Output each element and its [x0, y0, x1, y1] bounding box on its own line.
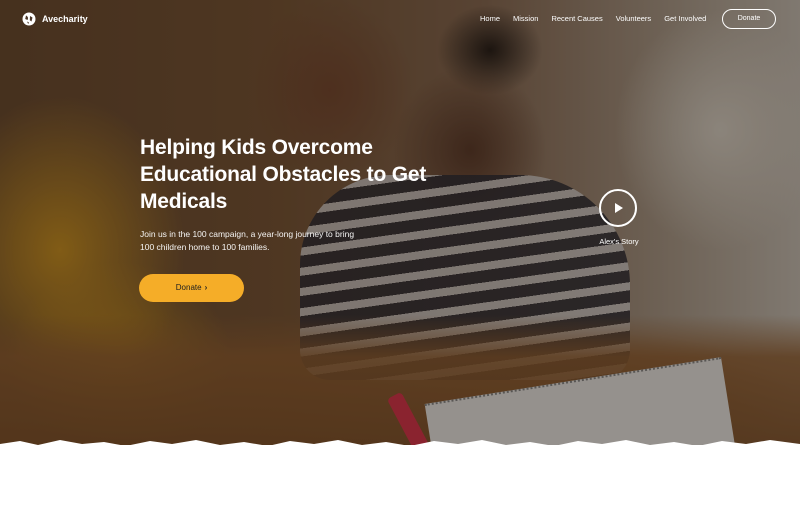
globe-leaf-icon: [22, 12, 36, 26]
nav-link-volunteers[interactable]: Volunteers: [616, 14, 651, 23]
brand-link[interactable]: Avecharity: [22, 12, 88, 26]
hero-donate-label: Donate: [175, 283, 202, 292]
play-icon: [615, 203, 623, 213]
nav-link-recent-causes[interactable]: Recent Causes: [551, 14, 602, 23]
top-navbar: Avecharity Home Mission Recent Causes Vo…: [0, 0, 800, 40]
hero-title: Helping Kids Overcome Educational Obstac…: [140, 136, 427, 213]
hero-subtitle: Join us in the 100 campaign, a year-long…: [140, 229, 355, 252]
nav-link-home[interactable]: Home: [480, 14, 500, 23]
torn-edge-divider: [0, 440, 800, 452]
nav-link-mission[interactable]: Mission: [513, 14, 538, 23]
nav-links: Home Mission Recent Causes Volunteers Ge…: [480, 14, 706, 23]
brand-name: Avecharity: [42, 14, 88, 24]
hero-donate-button[interactable]: Donate ›: [139, 274, 244, 302]
page: Avecharity Home Mission Recent Causes Vo…: [0, 0, 800, 510]
nav-link-get-involved[interactable]: Get Involved: [664, 14, 706, 23]
play-video-button[interactable]: [599, 189, 637, 227]
video-label: Alex's Story: [599, 237, 639, 246]
nav-donate-button[interactable]: Donate: [722, 9, 776, 29]
chevron-right-icon: ›: [204, 283, 208, 292]
hero-background: [0, 0, 800, 445]
hero-overlay: [0, 0, 800, 445]
